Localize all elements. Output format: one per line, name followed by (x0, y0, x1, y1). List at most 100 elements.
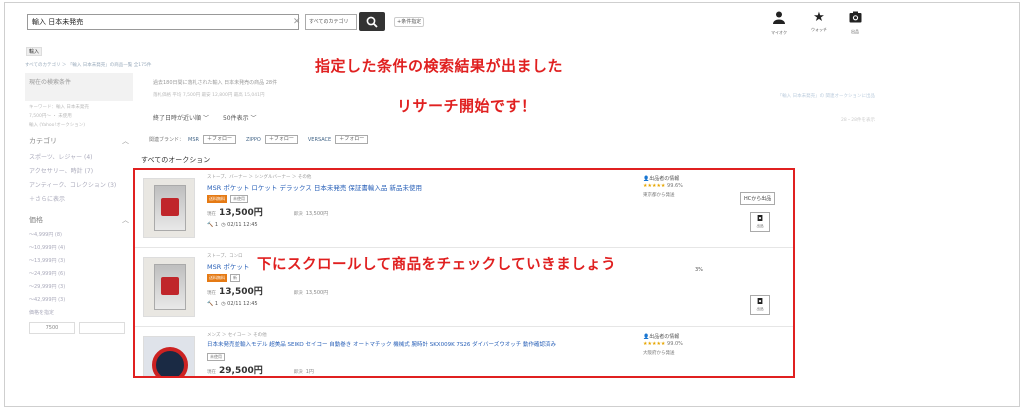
clock-icon: ◷ (221, 222, 226, 228)
price-max-input[interactable] (79, 322, 125, 334)
my-auction-button[interactable]: マイオク (767, 11, 791, 36)
per-page-label: 50件表示 (222, 115, 249, 122)
brand-link[interactable]: ZIPPO (246, 137, 261, 143)
category-select[interactable]: すべてのカテゴリ (305, 14, 357, 30)
browser-screen: 輸入 日本未発売 ✕ すべてのカテゴリ +条件指定 マイオク ★ ウォッチ 出品… (13, 7, 881, 381)
price-range-link[interactable]: ～42,999円 (3) (29, 296, 129, 303)
hc-sell-button[interactable]: HCから出品 (740, 192, 776, 205)
category-link[interactable]: スポーツ、レジャー (4) (29, 152, 129, 161)
product-image[interactable] (143, 178, 195, 238)
sell-similar-button[interactable]: ◘ 出品 (750, 212, 770, 232)
result-count: 28・28件を表示 (841, 118, 875, 123)
current-conditions-title: 現在の検索条件 (25, 73, 133, 101)
camera-icon: ◘ (756, 297, 764, 306)
item-title[interactable]: MSR ポケット ロケット デラックス 日本未発売 保証書輸入品 新品未使用 (207, 182, 422, 192)
price-section-title[interactable]: 価格 ︿ (29, 215, 129, 225)
brand-link[interactable]: MSR (188, 137, 199, 143)
all-auctions-tab[interactable]: すべてのオークション (141, 155, 210, 165)
rating-value: 99.0% (667, 341, 683, 347)
sort-controls: 終了日時が近い順 ﹀ 50件表示 ﹀ (153, 113, 257, 122)
rating-value: 3% (695, 267, 703, 273)
follow-button[interactable]: ＋フォロー (202, 135, 236, 144)
buyout-price: 13,500円 (305, 290, 329, 296)
current-price: 29,500円 (219, 366, 263, 376)
price-row: 現在 13,500円 即決 13,500円 (207, 284, 328, 297)
price-inputs: 7500 (29, 322, 129, 334)
product-image[interactable] (143, 257, 195, 317)
seller-label: 出品者の情報 (649, 176, 680, 182)
item-meta: 🔨 1 ◷ 02/11 12:45 (207, 222, 258, 228)
annotation-scroll-hint: 下にスクロールして商品をチェックしていきましょう (257, 257, 617, 273)
results-main: 過去180日間に落札された輸入 日本未発売の商品 28件 落札価格 平均 7,5… (133, 73, 879, 381)
condition-badge: 新 (230, 274, 240, 282)
price-label: 現在 (207, 370, 216, 375)
price-range-link[interactable]: ～24,999円 (6) (29, 270, 129, 277)
category-section-label: カテゴリ (29, 137, 57, 145)
chevron-up-icon: ︿ (122, 216, 129, 224)
price-range-link[interactable]: ～10,999円 (4) (29, 244, 129, 251)
watch-button[interactable]: ★ ウォッチ (807, 11, 831, 33)
buyout-label: 即決 (293, 370, 303, 375)
item-category[interactable]: ストーブ、コンロ (207, 253, 243, 259)
item-title[interactable]: MSR ポケット (207, 261, 249, 271)
condition-line[interactable]: 輸入 (Yahoo!オークション) (29, 122, 129, 128)
show-more-link[interactable]: ＋さらに表示 (29, 194, 129, 203)
price-range-link[interactable]: ～13,999円 (3) (29, 257, 129, 264)
item-category[interactable]: ストーブ、バーナー ＞ シングルバーナー ＞ その他 (207, 174, 311, 180)
buyout-label: 即決 (293, 212, 303, 217)
filter-sidebar: 現在の検索条件 キーワード：輸入 日本未発売 7,500円～ ・ 未使用 輸入 … (25, 73, 133, 381)
breadcrumb[interactable]: すべてのカテゴリ ＞ 「輸入 日本未発売」の商品一覧 全175件 (25, 62, 151, 68)
follow-button[interactable]: ＋フォロー (264, 135, 298, 144)
seller-label: 出品者の情報 (649, 334, 680, 340)
follow-button[interactable]: ＋フォロー (335, 135, 369, 144)
price-custom-label: 価格を指定 (29, 310, 55, 316)
list-item[interactable]: ストーブ、バーナー ＞ シングルバーナー ＞ その他 MSR ポケット ロケット… (135, 170, 793, 248)
rating-value: 99.6% (667, 183, 683, 189)
condition-line[interactable]: 7,500円～ ・ 未使用 (29, 113, 129, 119)
item-category[interactable]: メンズ ＞ セイコー ＞ その他 (207, 332, 267, 338)
condition-button[interactable]: +条件指定 (394, 17, 425, 27)
price-min-input[interactable]: 7500 (29, 322, 75, 334)
sort-select[interactable]: 終了日時が近い順 ﹀ (153, 113, 209, 122)
chevron-up-icon: ︿ (122, 137, 129, 145)
price-section-label: 価格 (29, 216, 43, 224)
sort-label: 終了日時が近い順 (153, 115, 202, 122)
sell-similar-button[interactable]: ◘ 出品 (750, 295, 770, 315)
my-auction-label: マイオク (771, 30, 787, 35)
current-price: 13,500円 (219, 287, 263, 297)
product-image[interactable] (143, 336, 195, 376)
per-page-select[interactable]: 50件表示 ﹀ (223, 113, 257, 122)
seller-info[interactable]: 👤出品者の情報 (643, 175, 679, 182)
camera-icon: ◘ (756, 214, 764, 223)
price-range-link[interactable]: ～29,999円 (3) (29, 283, 129, 290)
category-link[interactable]: アンティーク、コレクション (3) (29, 180, 129, 189)
sell-button[interactable]: 出品 (843, 11, 867, 35)
buyout-price: 1円 (305, 369, 314, 375)
search-input[interactable]: 輸入 日本未発売 (27, 14, 299, 30)
seller-rating: ★★★★★ 99.6% (643, 183, 683, 189)
item-badges: 未使用 (207, 353, 225, 361)
buyout-price: 13,500円 (305, 211, 329, 217)
seller-info[interactable]: 👤出品者の情報 (643, 333, 679, 340)
watch-label: ウォッチ (811, 27, 827, 32)
brand-link[interactable]: VERSACE (308, 137, 331, 143)
related-auctions-link[interactable]: 「輸入 日本未発売」の 関連オークションに出品 (778, 93, 875, 99)
item-title[interactable]: 日本未発売並輸入モデル 超美品 SEIKO セイコー 自動巻き オートマチック … (207, 340, 556, 348)
item-badges: 送料無料 未使用 (207, 195, 248, 203)
clock-icon: ◷ (221, 301, 226, 307)
price-range-link[interactable]: ～4,999円 (8) (29, 231, 129, 238)
category-section-title[interactable]: カテゴリ ︿ (29, 136, 129, 146)
search-button[interactable] (359, 12, 385, 31)
category-link[interactable]: アクセサリー、時計 (7) (29, 166, 129, 175)
free-shipping-badge: 送料無料 (207, 195, 227, 203)
slide-frame: 輸入 日本未発売 ✕ すべてのカテゴリ +条件指定 マイオク ★ ウォッチ 出品… (4, 2, 1020, 407)
end-time: 02/11 12:45 (227, 222, 258, 228)
star-icon: ★ (813, 10, 825, 25)
list-item[interactable]: メンズ ＞ セイコー ＞ その他 日本未発売並輸入モデル 超美品 SEIKO セ… (135, 328, 793, 376)
chevron-down-icon: ﹀ (202, 115, 209, 122)
keyword-tag: 輸入 (26, 47, 43, 56)
clear-icon[interactable]: ✕ (293, 14, 301, 30)
item-badges: 送料無料 新 (207, 274, 240, 282)
related-brands: 関連ブランド： MSR ＋フォロー ZIPPO ＋フォロー VERSACE ＋フ… (149, 135, 369, 144)
free-shipping-badge: 送料無料 (207, 274, 227, 282)
